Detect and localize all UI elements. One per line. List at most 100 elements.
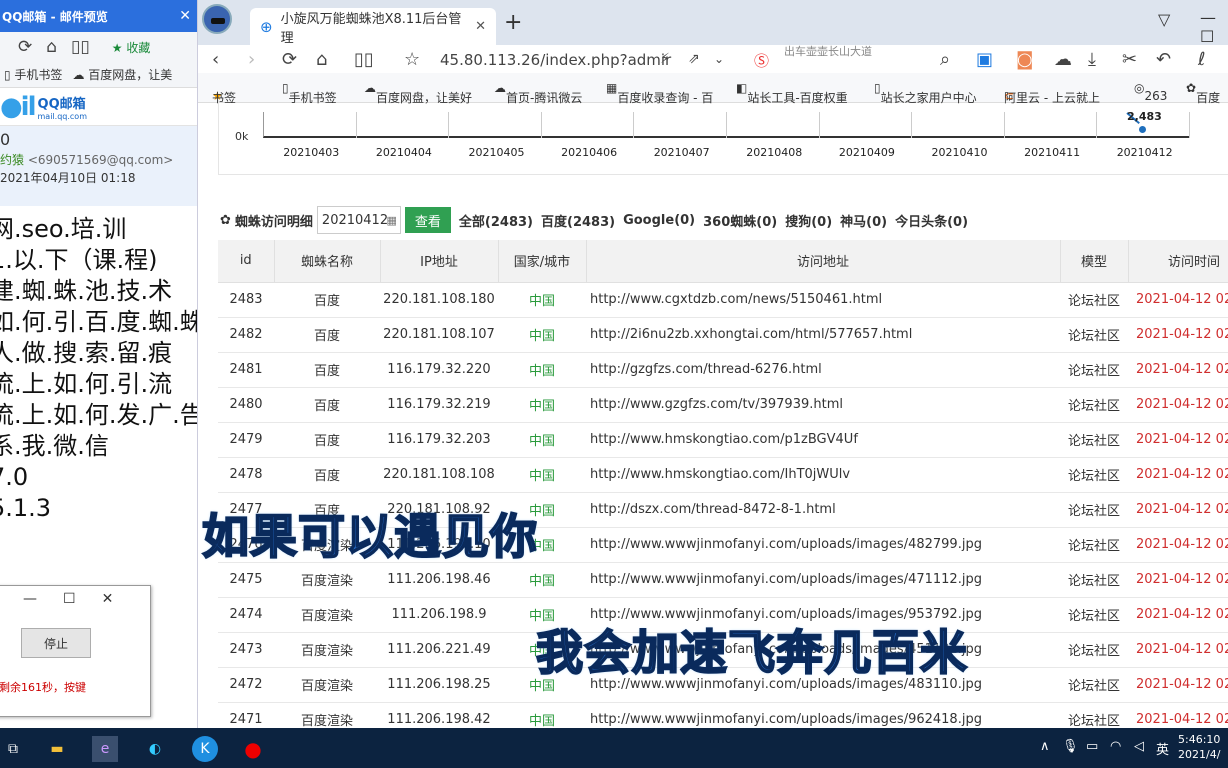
cell-model: 论坛社区 — [1060, 527, 1128, 563]
microphone-icon[interactable]: 🎙 — [1062, 739, 1079, 754]
query-button[interactable]: 查看 — [404, 207, 451, 233]
cell-url[interactable]: http://www.wwwjinmofanyi.com/uploads/ima… — [586, 562, 1060, 598]
forward-icon[interactable]: › — [248, 49, 255, 70]
calendar-icon[interactable]: ▦ — [387, 214, 397, 227]
task-view-icon[interactable]: ⧉ — [0, 736, 26, 762]
tab-active[interactable]: ⊕ 小旋风万能蜘蛛池X8.11后台管理 ✕ — [250, 8, 496, 46]
app-k-icon[interactable]: K — [192, 736, 218, 762]
filter-google[interactable]: Google(0) — [623, 213, 695, 228]
column-header[interactable]: 访问地址 — [586, 240, 1061, 283]
column-header[interactable]: 国家/城市 — [498, 240, 587, 283]
home-icon[interactable]: ⌂ — [316, 49, 327, 70]
table-row[interactable]: 2483 百度 220.181.108.180 中国 http://www.cgxtdz… — [218, 282, 1228, 318]
refresh-icon[interactable]: ⟳ — [18, 37, 32, 57]
chevron-up-icon[interactable]: ∧ — [1040, 739, 1050, 754]
close-icon[interactable]: ✕ — [102, 591, 114, 607]
reader-icon[interactable]: ▯▯ — [71, 37, 90, 57]
search-hint[interactable]: 出车壶壶长山大道 — [784, 43, 872, 59]
chevron-down-icon[interactable]: ⌄ — [714, 52, 724, 66]
bookmark-item[interactable]: ☁ 百度网盘，让美好 — [364, 81, 472, 105]
cell-url[interactable]: http://www.wwwjinmofanyi.com/uploads/ima… — [586, 702, 1060, 728]
game-icon[interactable]: ◙ — [1016, 49, 1033, 70]
mail-window-titlebar[interactable]: QQ邮箱 - 邮件预览 ✕ — [0, 0, 197, 32]
tab-menu-icon[interactable]: ▽ — [1158, 10, 1170, 29]
editor-icon[interactable]: e — [92, 736, 118, 762]
share-icon[interactable]: ⇗ — [688, 51, 700, 67]
new-tab-button[interactable]: + — [504, 10, 522, 35]
wifi-icon[interactable]: ◠ — [1110, 739, 1121, 754]
bookmark-item[interactable]: ☁ 百度网盘，让美 — [72, 66, 172, 83]
x-tick-label: 20210412 — [1116, 146, 1173, 159]
table-row[interactable]: 2471 百度渲染 111.206.198.42 中国 http://www.wwwji… — [218, 702, 1228, 728]
battery-icon[interactable]: ▭ — [1086, 739, 1098, 754]
bookmark-item[interactable]: ✿ 百度 — [1186, 81, 1220, 105]
column-header[interactable]: 访问时间 — [1128, 240, 1228, 283]
cell-url[interactable]: http://www.wwwjinmofanyi.com/uploads/ima… — [586, 527, 1060, 563]
cell-model: 论坛社区 — [1060, 282, 1128, 318]
reader-icon[interactable]: ▯▯ — [354, 49, 374, 70]
maximize-icon[interactable]: ☐ — [63, 591, 76, 607]
avatar[interactable] — [202, 4, 232, 34]
table-row[interactable]: 2479 百度 116.179.32.203 中国 http://www.hmskong… — [218, 422, 1228, 458]
table-row[interactable]: 2478 百度 220.181.108.108 中国 http://www.hmskon… — [218, 457, 1228, 493]
cell-time: 2021-04-12 02 — [1128, 667, 1228, 703]
extension-icon[interactable]: ▣ — [976, 49, 993, 70]
star-icon[interactable]: ☆ — [404, 49, 420, 70]
mail-body-line: 网.seo.培.训 — [0, 215, 127, 243]
close-icon[interactable]: ✕ — [475, 19, 486, 34]
browser-icon[interactable]: ◐ — [142, 736, 168, 762]
date-input[interactable]: 20210412 ▦ — [316, 206, 401, 234]
filter-sogou[interactable]: 搜狗(0) — [785, 211, 832, 230]
column-header[interactable]: id — [218, 240, 275, 283]
undo-icon[interactable]: ↶ — [1156, 49, 1171, 70]
ime-indicator[interactable]: 英 — [1156, 739, 1169, 758]
bookmark-item[interactable]: ◧ 站长工具-百度权重 — [736, 81, 848, 105]
folder-icon[interactable]: ▬ — [44, 736, 70, 762]
bookmark-item[interactable]: ▯ 站长之家用户中心 — [874, 81, 977, 105]
menu-icon[interactable]: ℓ — [1198, 49, 1205, 70]
home-icon[interactable]: ⌂ — [46, 37, 57, 57]
cell-url[interactable]: http://www.cgxtdzb.com/news/5150461.html — [586, 282, 1060, 318]
bookmark-item[interactable]: ▯ 手机书签 — [282, 81, 337, 105]
table-row[interactable]: 2481 百度 116.179.32.220 中国 http://gzgfzs.com/… — [218, 352, 1228, 388]
system-clock[interactable]: 5:46:10 2021/4/ — [1178, 732, 1220, 762]
back-icon[interactable]: ‹ — [212, 49, 219, 70]
cell-url[interactable]: http://2i6nu2zb.xxhongtai.com/html/57765… — [586, 317, 1060, 353]
column-header[interactable]: 蜘蛛名称 — [274, 240, 381, 283]
minimize-icon[interactable]: — — [23, 591, 37, 607]
refresh-icon[interactable]: ⟳ — [282, 49, 297, 70]
bookmark-item[interactable]: ☁ 首页-腾讯微云 — [494, 81, 582, 105]
cell-model: 论坛社区 — [1060, 702, 1128, 728]
filter-all[interactable]: 全部(2483) — [459, 211, 533, 230]
cell-url[interactable]: http://gzgfzs.com/thread-6276.html — [586, 352, 1060, 388]
filter-baidu[interactable]: 百度(2483) — [541, 211, 615, 230]
search-icon[interactable]: ⌕ — [940, 49, 950, 70]
download-icon[interactable]: ⤓ — [1088, 49, 1096, 70]
filter-shenma[interactable]: 神马(0) — [840, 211, 887, 230]
bookmark-item[interactable]: ▦ 百度收录查询 - 百 — [606, 81, 713, 105]
flash-icon[interactable]: ⚡ — [660, 51, 670, 67]
cell-url[interactable]: http://www.gzgfzs.com/tv/397939.html — [586, 387, 1060, 423]
volume-icon[interactable]: ◁ — [1134, 739, 1144, 754]
record-icon[interactable]: ● — [240, 736, 266, 762]
weather-icon[interactable]: ☁ — [1054, 49, 1072, 70]
favorites-button[interactable]: ★ 收藏 — [112, 39, 151, 56]
stop-button[interactable]: 停止 — [21, 628, 91, 658]
cell-url[interactable]: http://dszx.com/thread-8472-8-1.html — [586, 492, 1060, 528]
column-header[interactable]: 模型 — [1060, 240, 1129, 283]
table-row[interactable]: 2480 百度 116.179.32.219 中国 http://www.gzgfzs.… — [218, 387, 1228, 423]
cell-url[interactable]: http://www.hmskongtiao.com/IhT0jWUlv — [586, 457, 1060, 493]
cell-url[interactable]: http://www.hmskongtiao.com/p1zBGV4Uf — [586, 422, 1060, 458]
column-header[interactable]: IP地址 — [380, 240, 499, 283]
bookmark-item[interactable]: ▯ 手机书签 — [4, 66, 62, 83]
bookmark-item[interactable]: ◎ 263 — [1134, 81, 1167, 103]
table-row[interactable]: 2475 百度渲染 111.206.198.46 中国 http://www.wwwji… — [218, 562, 1228, 598]
filter-toutiao[interactable]: 今日头条(0) — [895, 211, 968, 230]
search-engine-icon[interactable]: Ⓢ — [754, 50, 769, 71]
cell-country: 中国 — [498, 422, 586, 458]
table-row[interactable]: 2482 百度 220.181.108.107 中国 http://2i6nu2zb.x… — [218, 317, 1228, 353]
scissors-icon[interactable]: ✂ — [1122, 49, 1137, 70]
close-icon[interactable]: ✕ — [179, 8, 191, 24]
url-input[interactable]: 45.80.113.26/index.php?admir — [440, 51, 671, 69]
filter-360[interactable]: 360蜘蛛(0) — [703, 211, 777, 230]
